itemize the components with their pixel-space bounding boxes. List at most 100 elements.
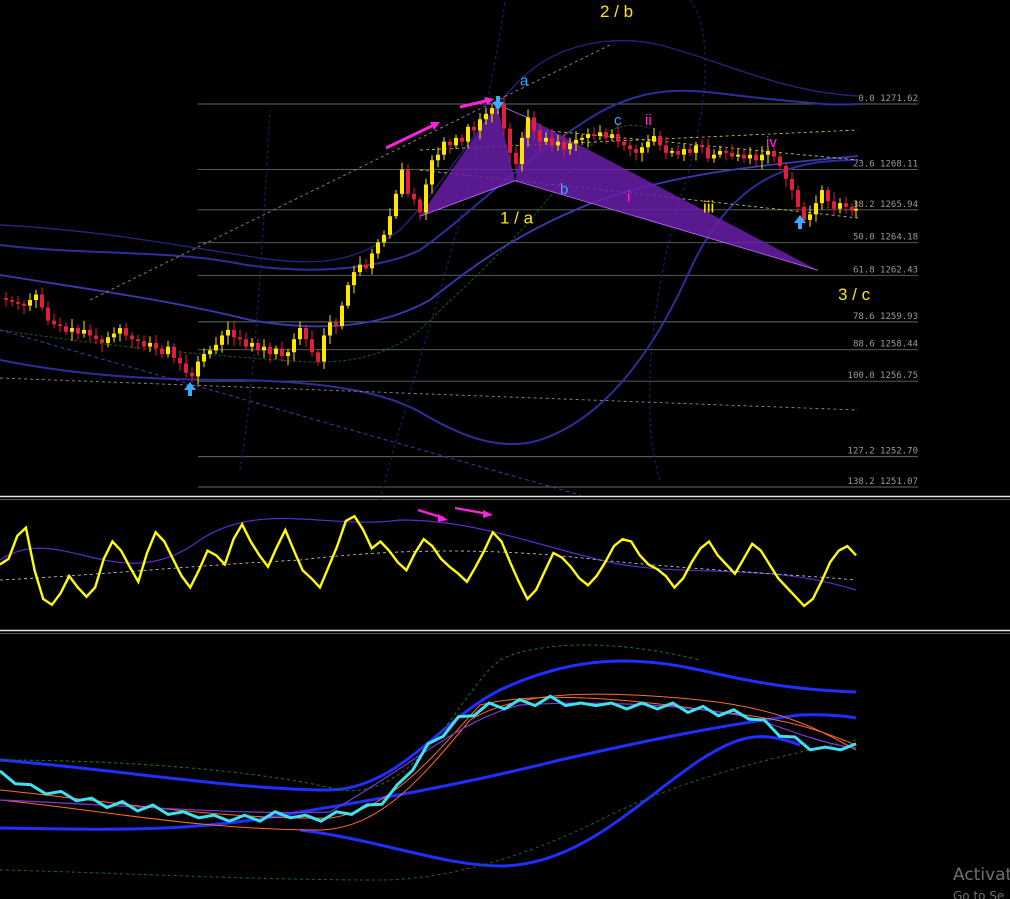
candle-body: [196, 361, 200, 377]
chart-canvas: 0.0 1271.62 23.6 1268.11 38.2 1265.94 50.0 …: [0, 0, 1010, 899]
candle-body: [454, 137, 458, 146]
wave-label: iii: [703, 197, 714, 216]
fib-level-label: 100.0 1256.75: [848, 371, 918, 381]
candle-body: [112, 333, 116, 338]
candle-body: [658, 136, 662, 146]
candle-body: [676, 150, 680, 155]
candle-body: [118, 328, 122, 334]
candle-body: [172, 346, 176, 358]
candle-body: [622, 141, 626, 146]
candle-body: [832, 201, 836, 209]
candle-body: [754, 154, 758, 161]
candle-body: [814, 203, 818, 215]
candle-body: [412, 193, 416, 200]
candle-body: [586, 134, 590, 138]
candle-body: [130, 335, 134, 340]
candle-body: [280, 348, 284, 356]
candle-body: [136, 339, 140, 342]
candle-body: [784, 165, 788, 179]
candle-body: [652, 136, 656, 142]
candle-body: [682, 149, 686, 155]
wave-label: c: [614, 112, 622, 129]
candle-body: [502, 104, 506, 129]
candle-body: [532, 117, 536, 131]
candle-body: [766, 150, 770, 155]
candle-body: [844, 203, 848, 207]
candle-body: [580, 137, 584, 140]
candle-body: [166, 346, 170, 355]
candle-body: [508, 128, 512, 153]
candle-body: [694, 145, 698, 153]
candle-body: [178, 357, 182, 364]
wave-label: a: [520, 73, 529, 90]
candle-body: [382, 234, 386, 243]
candle-body: [256, 342, 260, 351]
candle-body: [772, 150, 776, 157]
candle-body: [760, 154, 764, 161]
windows-activation-watermark: Activat Go to Se: [953, 865, 1010, 899]
candle-body: [808, 214, 812, 220]
candle-body: [544, 137, 548, 142]
candle-body: [232, 329, 236, 338]
candle-body: [376, 242, 380, 254]
candle-body: [370, 253, 374, 269]
candle-body: [688, 149, 692, 153]
candle-body: [616, 134, 620, 142]
candle-body: [550, 137, 554, 146]
candle-body: [826, 190, 830, 202]
candle-body: [334, 322, 338, 327]
candle-body: [190, 372, 194, 377]
wave-label: b: [560, 181, 568, 198]
wave-label: ii: [645, 112, 652, 129]
candle-body: [40, 294, 44, 308]
candle-body: [700, 145, 704, 148]
fib-level-label: 38.2 1265.94: [853, 200, 918, 210]
candle-body: [778, 156, 782, 166]
candle-body: [262, 346, 266, 351]
candle-body: [838, 203, 842, 209]
candle-body: [538, 130, 542, 142]
candle-body: [490, 108, 494, 114]
candle-body: [28, 300, 32, 306]
candle-body: [604, 132, 608, 138]
candle-body: [802, 206, 806, 220]
candle-body: [148, 342, 152, 347]
wave-label: 3 / c: [838, 285, 871, 304]
candle-body: [34, 294, 38, 301]
candle-body: [460, 137, 464, 142]
fib-level-label: 50.0 1264.18: [853, 233, 918, 243]
candle-body: [154, 342, 158, 349]
candle-body: [238, 337, 242, 340]
candle-body: [214, 344, 218, 351]
candle-body: [64, 326, 68, 332]
candle-body: [640, 147, 644, 153]
candle-body: [406, 169, 410, 194]
candle-body: [244, 339, 248, 347]
fib-level-label: 61.8 1262.43: [853, 265, 918, 275]
candle-body: [4, 298, 8, 301]
candle-body: [88, 329, 92, 336]
candle-body: [250, 342, 254, 347]
candle-body: [124, 328, 128, 336]
candle-body: [298, 328, 302, 340]
watermark-line-1: Activat: [953, 865, 1010, 885]
candle-body: [286, 352, 290, 356]
fib-level-label: 78.6 1259.93: [853, 312, 918, 322]
candle-body: [292, 339, 296, 353]
candle-body: [418, 199, 422, 213]
candle-body: [100, 339, 104, 343]
fib-level-label: 0.0 1271.62: [858, 94, 918, 104]
wave-label: iv: [766, 134, 777, 151]
candle-body: [730, 152, 734, 157]
candle-body: [322, 335, 326, 362]
candle-body: [664, 145, 668, 153]
candle-body: [352, 272, 356, 286]
candle-body: [796, 190, 800, 207]
candle-body: [466, 126, 470, 142]
candle-body: [736, 154, 740, 157]
candle-body: [706, 147, 710, 159]
candle-body: [628, 145, 632, 150]
candle-body: [574, 139, 578, 144]
fib-level-label: 88.6 1258.44: [853, 340, 918, 350]
fib-level-label: 23.6 1268.11: [853, 159, 918, 169]
